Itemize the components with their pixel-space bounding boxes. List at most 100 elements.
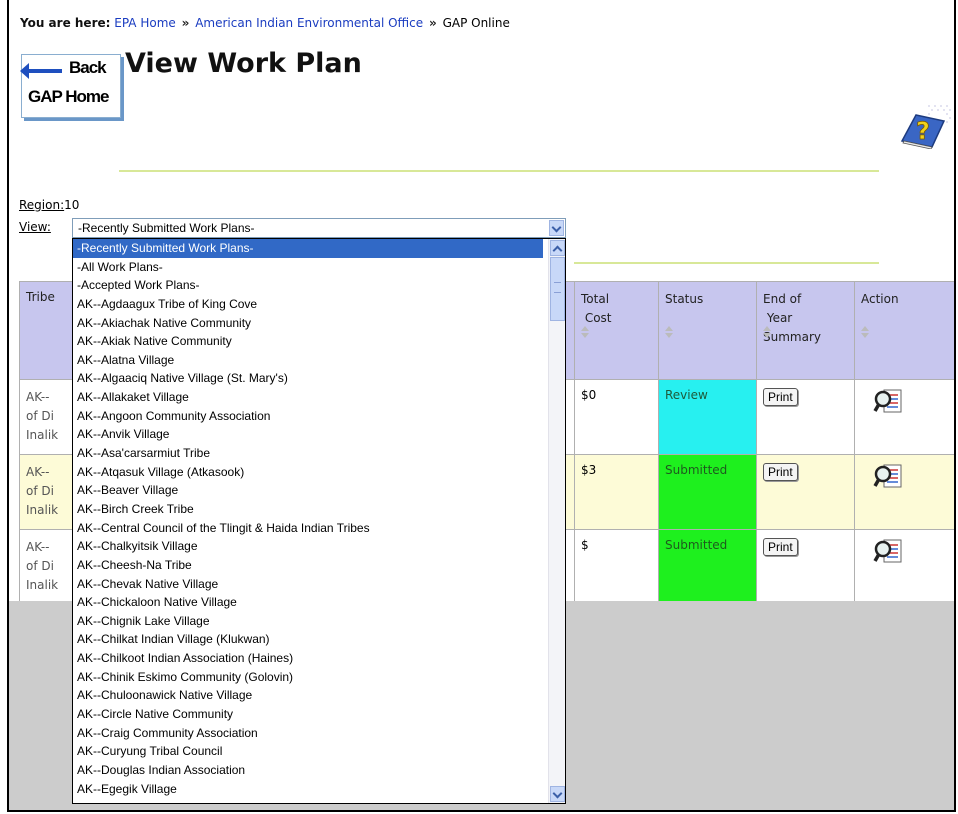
dropdown-option[interactable]: AK--Central Council of the Tlingit & Hai… [73,519,543,538]
dropdown-option[interactable]: AK--Chickaloon Native Village [73,593,543,612]
action-cell [854,529,954,604]
page-frame: You are here: EPA Home » American Indian… [7,0,956,812]
chevron-up-icon [552,245,563,256]
header-status-label: Status [665,292,704,306]
breadcrumb-current: GAP Online [442,16,510,30]
tribe-text: Inalik [26,503,59,517]
dropdown-option[interactable]: AK--Algaaciq Native Village (St. Mary's) [73,369,543,388]
dropdown-option[interactable]: AK--Douglas Indian Association [73,761,543,780]
print-button[interactable]: Print [763,463,798,481]
dropdown-option[interactable]: AK--Craig Community Association [73,724,543,743]
column-header-status[interactable]: Status [658,281,757,380]
breadcrumb-prefix: You are here: [20,16,111,30]
end-of-year-cell: Print [756,529,855,604]
dropdown-option[interactable]: AK--Atqasuk Village (Atkasook) [73,463,543,482]
header-summary: Summary [763,330,821,344]
header-cost: Cost [584,311,612,325]
dropdown-option[interactable]: AK--Anvik Village [73,425,543,444]
view-select-dropdown-button[interactable] [549,220,564,236]
dropdown-option[interactable]: AK--Angoon Community Association [73,407,543,426]
divider-line [119,170,879,172]
dropdown-option[interactable]: AK--Asa'carsarmiut Tribe [73,444,543,463]
header-year: Year [766,311,793,325]
svg-text:?: ? [916,117,930,145]
region-value: 10 [64,198,80,212]
help-question-icon[interactable]: ? [898,105,952,149]
tribe-text: Inalik [26,428,59,442]
end-of-year-cell: Print [756,454,855,530]
tribe-text: AK-- [26,540,50,554]
page-title: View Work Plan [125,48,362,79]
status-cell: Submitted [658,529,757,604]
dropdown-option[interactable]: -Accepted Work Plans- [73,276,543,295]
dropdown-option[interactable]: AK--Chilkoot Indian Association (Haines) [73,649,543,668]
region-filter: Region:10 [19,198,79,212]
dropdown-option[interactable]: -Recently Submitted Work Plans- [73,239,543,258]
header-total: Total [581,292,610,306]
tribe-text: Inalik [26,578,59,592]
view-document-magnifier-icon[interactable] [873,538,903,564]
view-select-value: -Recently Submitted Work Plans- [78,221,255,235]
status-cell: Review [658,379,757,455]
breadcrumb-link-epa-home[interactable]: EPA Home [114,16,176,30]
back-to-gap-home-button[interactable]: Back GAP Home [20,54,121,118]
back-label: Back [69,58,107,77]
action-cell [854,379,954,455]
breadcrumb: You are here: EPA Home » American Indian… [20,16,510,30]
region-label: Region: [19,198,65,212]
dropdown-option[interactable]: AK--Chalkyitsik Village [73,537,543,556]
dropdown-options: -Recently Submitted Work Plans- -All Work… [73,239,565,798]
total-cost-cell: $0 [574,379,659,455]
dropdown-option[interactable]: AK--Circle Native Community [73,705,543,724]
column-header-end-of-year-summary[interactable]: End of Year Summary [756,281,855,380]
scroll-up-button[interactable] [550,240,565,256]
view-select[interactable]: -Recently Submitted Work Plans- [72,218,566,238]
header-end-of: End of [763,292,802,306]
dropdown-option[interactable]: AK--Chinik Eskimo Community (Golovin) [73,668,543,687]
total-cost-cell: $3 [574,454,659,530]
gap-home-label: GAP Home [28,87,109,106]
dropdown-option[interactable]: AK--Chevak Native Village [73,575,543,594]
action-cell [854,454,954,530]
dropdown-option[interactable]: AK--Chignik Lake Village [73,612,543,631]
view-label: View: [19,220,51,234]
divider-line [574,262,879,264]
dropdown-option[interactable]: AK--Curyung Tribal Council [73,742,543,761]
tribe-text: AK-- [26,390,50,404]
header-action-label: Action [861,292,899,306]
dropdown-option[interactable]: AK--Birch Creek Tribe [73,500,543,519]
dropdown-option[interactable]: AK--Beaver Village [73,481,543,500]
breadcrumb-link-aieo[interactable]: American Indian Environmental Office [195,16,423,30]
tribe-text: of Di [26,484,54,498]
chevron-down-icon [552,788,563,799]
end-of-year-cell: Print [756,379,855,455]
dropdown-option[interactable]: -All Work Plans- [73,258,543,277]
dropdown-option[interactable]: AK--Cheesh-Na Tribe [73,556,543,575]
column-header-action[interactable]: Action [854,281,954,380]
total-cost-cell: $ [574,529,659,604]
breadcrumb-separator: » [181,16,190,30]
status-cell: Submitted [658,454,757,530]
scroll-down-button[interactable] [550,786,565,802]
dropdown-option[interactable]: AK--Akiak Native Community [73,332,543,351]
tribe-text: of Di [26,409,54,423]
tribe-text: AK-- [26,465,50,479]
breadcrumb-separator: » [428,16,437,30]
dropdown-option[interactable]: AK--Chuloonawick Native Village [73,686,543,705]
view-document-magnifier-icon[interactable] [873,388,903,414]
dropdown-option[interactable]: AK--Chilkat Indian Village (Klukwan) [73,630,543,649]
dropdown-option[interactable]: AK--Alatna Village [73,351,543,370]
tribe-text: of Di [26,559,54,573]
view-select-dropdown-list[interactable]: -Recently Submitted Work Plans- -All Work… [72,238,566,804]
back-arrow-icon [20,63,62,79]
view-document-magnifier-icon[interactable] [873,463,903,489]
scroll-thumb[interactable] [550,257,565,321]
dropdown-option[interactable]: AK--Allakaket Village [73,388,543,407]
dropdown-option[interactable]: AK--Akiachak Native Community [73,314,543,333]
print-button[interactable]: Print [763,388,798,406]
print-button[interactable]: Print [763,538,798,556]
dropdown-option[interactable]: AK--Egegik Village [73,780,543,799]
dropdown-scrollbar[interactable] [548,239,565,803]
column-header-total-cost[interactable]: Total Cost [574,281,659,380]
dropdown-option[interactable]: AK--Agdaagux Tribe of King Cove [73,295,543,314]
